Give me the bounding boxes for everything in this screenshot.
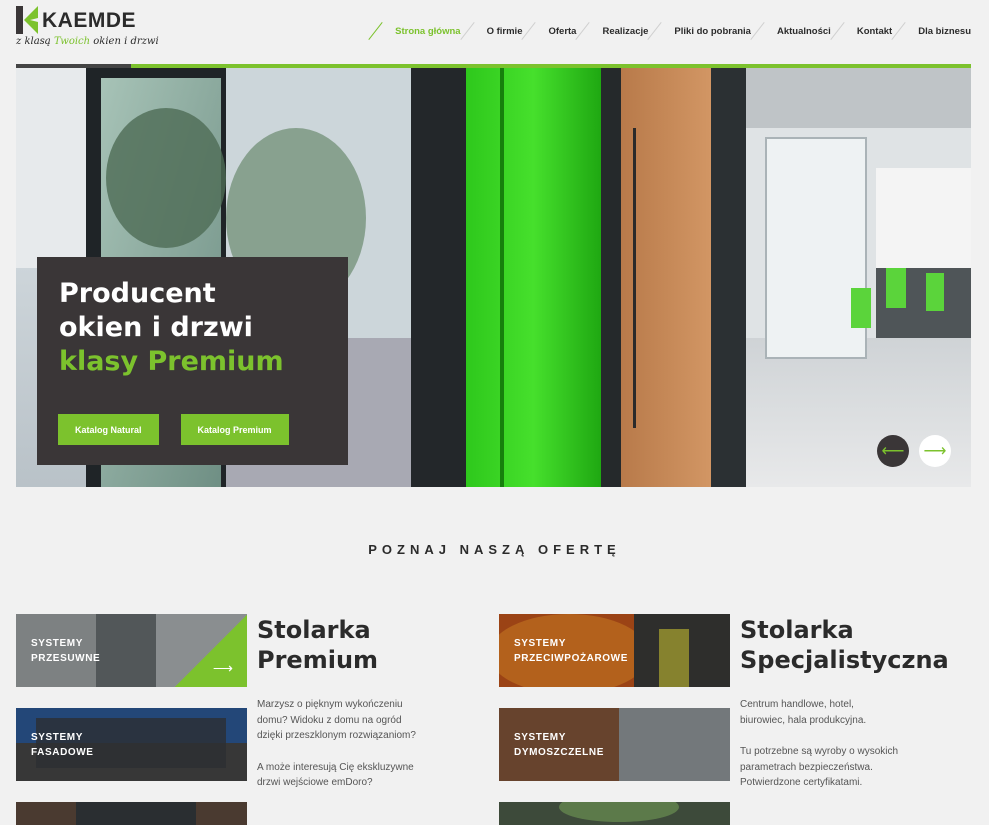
hero-title-line3: klasy Premium xyxy=(59,346,284,377)
arrow-right-icon: ⟶ xyxy=(923,443,947,460)
specialist-description: Centrum handlowe, hotel, biurowiec, hala… xyxy=(740,697,900,807)
tile-more-right[interactable] xyxy=(499,802,730,825)
nav-item-about[interactable]: O firmie xyxy=(461,18,523,44)
logo-tagline: z klasą Twoich okien i drzwi xyxy=(16,36,159,47)
tile-label: SYSTEMY DYMOSZCZELNE xyxy=(514,732,604,758)
slider-prev-button[interactable]: ⟵ xyxy=(877,435,909,467)
nav-item-realizations[interactable]: Realizacje xyxy=(576,18,648,44)
tile-sliding-systems[interactable]: SYSTEMY PRZESUWNE ⟶ xyxy=(16,614,247,687)
offer-section-title: POZNAJ NASZĄ OFERTĘ xyxy=(368,542,621,557)
nav-item-news[interactable]: Aktualności xyxy=(751,18,831,44)
logo-k-icon xyxy=(16,6,38,34)
premium-description: Marzysz o pięknym wykończeniu domu? Wido… xyxy=(257,697,417,807)
specialist-paragraph-2: Tu potrzebne są wyroby o wysokich parame… xyxy=(740,746,899,788)
main-nav: Strona główna O firmie Oferta Realizacje… xyxy=(369,18,971,44)
hero-title-line1: Producent xyxy=(59,278,216,309)
nav-item-home[interactable]: Strona główna xyxy=(369,18,460,44)
slider-next-button[interactable]: ⟶ xyxy=(919,435,951,467)
tile-corner-accent xyxy=(175,614,247,687)
nav-item-contact[interactable]: Kontakt xyxy=(831,18,892,44)
catalog-natural-button[interactable]: Katalog Natural xyxy=(58,414,159,445)
arrow-left-icon: ⟵ xyxy=(881,443,905,460)
tile-image xyxy=(499,802,730,825)
hero-buttons: Katalog Natural Katalog Premium xyxy=(58,414,289,445)
premium-paragraph-2: A może interesują Cię ekskluzywne drzwi … xyxy=(257,761,414,789)
nav-item-offer[interactable]: Oferta xyxy=(522,18,576,44)
tile-image xyxy=(16,802,247,825)
logo-name: KAEMDE xyxy=(42,9,137,32)
premium-heading: Stolarka Premium xyxy=(257,616,379,674)
specialist-paragraph-1: Centrum handlowe, hotel, biurowiec, hala… xyxy=(740,699,867,726)
tile-smoke-systems[interactable]: SYSTEMY DYMOSZCZELNE xyxy=(499,708,730,781)
tile-label: SYSTEMY FASADOWE xyxy=(31,732,94,758)
hero-card: Producent okien i drzwi klasy Premium Ka… xyxy=(37,257,348,465)
header: KAEMDE z klasą Twoich okien i drzwi Stro… xyxy=(0,0,989,66)
specialist-heading: Stolarka Specjalistyczna xyxy=(740,616,949,674)
tile-label: SYSTEMY PRZECIWPOŻAROWE xyxy=(514,638,628,664)
tile-label: SYSTEMY PRZESUWNE xyxy=(31,638,101,664)
tile-facade-systems[interactable]: SYSTEMY FASADOWE xyxy=(16,708,247,781)
catalog-premium-button[interactable]: Katalog Premium xyxy=(180,414,289,445)
arrow-right-icon: ⟶ xyxy=(212,660,233,676)
hero-title: Producent okien i drzwi klasy Premium xyxy=(59,277,326,379)
hero-slider: Producent okien i drzwi klasy Premium Ka… xyxy=(16,68,971,487)
tile-more-left[interactable] xyxy=(16,802,247,825)
hero-title-line2: okien i drzwi xyxy=(59,312,253,343)
nav-item-business[interactable]: Dla biznesu xyxy=(892,18,971,44)
nav-item-downloads[interactable]: Pliki do pobrania xyxy=(648,18,751,44)
premium-paragraph-1: Marzysz o pięknym wykończeniu domu? Wido… xyxy=(257,699,416,741)
logo[interactable]: KAEMDE z klasą Twoich okien i drzwi xyxy=(16,6,159,58)
tile-fire-systems[interactable]: SYSTEMY PRZECIWPOŻAROWE xyxy=(499,614,730,687)
